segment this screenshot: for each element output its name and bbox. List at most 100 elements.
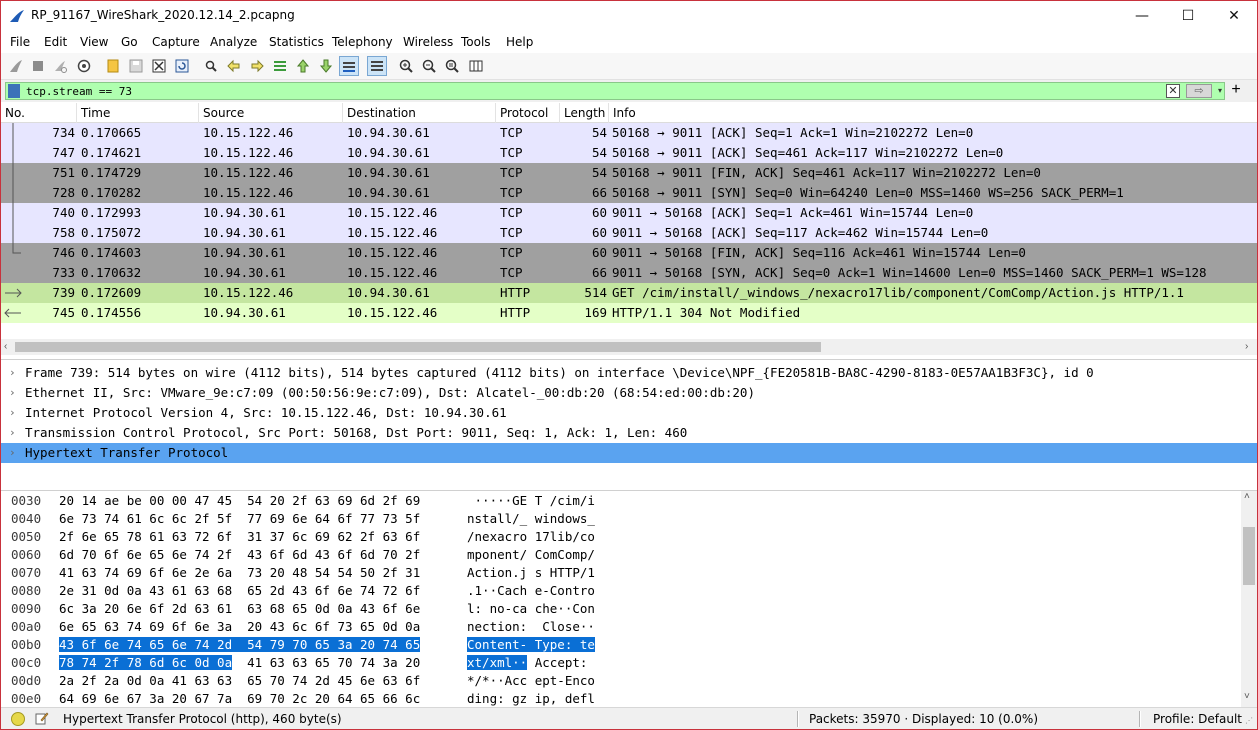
packet-row[interactable]: 751 0.174729 10.15.122.46 10.94.30.61 TCP 54 5… xyxy=(1,163,1257,183)
filter-history-dropdown-icon[interactable]: ▾ xyxy=(1214,84,1226,98)
minimize-button[interactable]: — xyxy=(1119,1,1165,31)
bytes-ascii-plain: ding: gz ip, defl xyxy=(467,691,595,706)
scroll-down-icon[interactable]: ˅ xyxy=(1244,691,1250,702)
bytes-row[interactable]: 00e0 64 69 6e 67 3a 20 67 7a 69 70 2c 20 … xyxy=(1,690,1241,708)
save-file-icon[interactable] xyxy=(126,56,146,76)
expand-arrow-icon[interactable]: › xyxy=(9,363,16,383)
maximize-button[interactable]: ☐ xyxy=(1165,1,1211,31)
go-forward-icon[interactable] xyxy=(247,56,267,76)
packet-row[interactable]: 739 0.172609 10.15.122.46 10.94.30.61 HTTP 51… xyxy=(1,283,1257,303)
bytes-row[interactable]: 00c0 78 74 2f 78 6d 6c 0d 0a 41 63 63 65 … xyxy=(1,654,1241,672)
packet-cell-len: 169 xyxy=(584,305,607,320)
bytes-row[interactable]: 00a0 6e 65 63 74 69 6f 6e 3a 20 43 6c 6f … xyxy=(1,618,1241,636)
detail-row-frame[interactable]: › Frame 739: 514 bytes on wire (4112 bit… xyxy=(1,363,1257,383)
detail-row-tcp[interactable]: › Transmission Control Protocol, Src Por… xyxy=(1,423,1257,443)
menu-analyze[interactable]: Analyze xyxy=(210,35,257,49)
detail-row-ipv4[interactable]: › Internet Protocol Version 4, Src: 10.1… xyxy=(1,403,1257,423)
column-header-length[interactable]: Length xyxy=(560,103,609,123)
bytes-ascii: mponent/ ComComp/ xyxy=(467,546,595,564)
packet-list-horizontal-scrollbar[interactable]: ‹ › xyxy=(1,339,1257,355)
clear-filter-icon[interactable]: ✕ xyxy=(1166,84,1180,98)
menu-wireless[interactable]: Wireless xyxy=(403,35,453,49)
menu-go[interactable]: Go xyxy=(121,35,138,49)
packet-row[interactable]: 740 0.172993 10.94.30.61 10.15.122.46 TCP 60 9… xyxy=(1,203,1257,223)
bytes-row[interactable]: 0050 2f 6e 65 78 61 63 72 6f 31 37 6c 69 … xyxy=(1,528,1241,546)
expand-arrow-icon[interactable]: › xyxy=(9,383,16,403)
scroll-left-icon[interactable]: ‹ xyxy=(4,341,7,352)
open-file-icon[interactable] xyxy=(103,56,123,76)
bytes-row[interactable]: 0030 20 14 ae be 00 00 47 45 54 20 2f 63 … xyxy=(1,492,1241,510)
bookmark-icon[interactable] xyxy=(8,84,20,98)
restart-capture-icon[interactable] xyxy=(50,56,70,76)
bytes-row[interactable]: 0070 41 63 74 69 6f 6e 2e 6a 73 20 48 54 … xyxy=(1,564,1241,582)
scroll-up-icon[interactable]: ˄ xyxy=(1244,491,1250,502)
autoscroll-icon[interactable] xyxy=(339,56,359,76)
packet-row[interactable]: 728 0.170282 10.15.122.46 10.94.30.61 TCP 66 5… xyxy=(1,183,1257,203)
detail-row-ethernet[interactable]: › Ethernet II, Src: VMware_9e:c7:09 (00:… xyxy=(1,383,1257,403)
first-packet-icon[interactable] xyxy=(293,56,313,76)
packet-row[interactable]: 745 0.174556 10.94.30.61 10.15.122.46 HTTP 16… xyxy=(1,303,1257,323)
bytes-row[interactable]: 0090 6c 3a 20 6e 6f 2d 63 61 63 68 65 0d … xyxy=(1,600,1241,618)
bytes-ascii: nstall/_ windows_ xyxy=(467,510,595,528)
expand-arrow-icon[interactable]: › xyxy=(9,423,16,443)
colorize-icon[interactable] xyxy=(367,56,387,76)
add-filter-button[interactable]: + xyxy=(1229,81,1243,99)
menu-view[interactable]: View xyxy=(80,35,108,49)
profile-selector[interactable]: Profile: Default xyxy=(1153,712,1242,726)
zoom-reset-icon[interactable] xyxy=(442,56,462,76)
go-back-icon[interactable] xyxy=(224,56,244,76)
resize-columns-icon[interactable] xyxy=(466,56,486,76)
bytes-row[interactable]: 0040 6e 73 74 61 6c 6c 2f 5f 77 69 6e 64 … xyxy=(1,510,1241,528)
close-file-icon[interactable] xyxy=(149,56,169,76)
bytes-offset: 00a0 xyxy=(11,619,42,634)
packet-cell-info: GET /cim/install/_windows_/nexacro17lib/… xyxy=(612,285,1184,300)
packet-cell-info: 50168 → 9011 [SYN] Seq=0 Win=64240 Len=0… xyxy=(612,185,1124,200)
menu-edit[interactable]: Edit xyxy=(44,35,67,49)
menu-telephony[interactable]: Telephony xyxy=(332,35,393,49)
bytes-vertical-scrollbar[interactable]: ˄ ˅ xyxy=(1241,491,1257,708)
last-packet-icon[interactable] xyxy=(316,56,336,76)
edit-comment-icon[interactable] xyxy=(35,711,49,725)
packet-row[interactable]: 747 0.174621 10.15.122.46 10.94.30.61 TCP 54 5… xyxy=(1,143,1257,163)
start-capture-icon[interactable] xyxy=(6,56,26,76)
column-header-protocol[interactable]: Protocol xyxy=(496,103,560,123)
packet-row[interactable]: 734 0.170665 10.15.122.46 10.94.30.61 TCP 54 5… xyxy=(1,123,1257,143)
expert-info-led-icon[interactable] xyxy=(11,712,25,726)
size-grip-icon[interactable]: ⋰ xyxy=(1245,716,1253,725)
menu-help[interactable]: Help xyxy=(506,35,533,49)
bytes-row[interactable]: 00b0 43 6f 6e 74 65 6e 74 2d 54 79 70 65 … xyxy=(1,636,1241,654)
menu-statistics[interactable]: Statistics xyxy=(269,35,324,49)
bytes-hex-plain: 2f 6e 65 78 61 63 72 6f 31 37 6c 69 62 2… xyxy=(59,529,421,544)
close-button[interactable]: ✕ xyxy=(1211,1,1257,31)
horizontal-scroll-thumb[interactable] xyxy=(15,342,821,352)
scroll-right-icon[interactable]: › xyxy=(1245,341,1248,352)
detail-row-http[interactable]: › Hypertext Transfer Protocol xyxy=(1,443,1257,463)
menu-file[interactable]: File xyxy=(10,35,30,49)
bytes-row[interactable]: 0080 2e 31 0d 0a 43 61 63 68 65 2d 43 6f … xyxy=(1,582,1241,600)
expand-arrow-icon[interactable]: › xyxy=(9,443,16,463)
zoom-out-icon[interactable] xyxy=(419,56,439,76)
capture-options-gear-icon[interactable] xyxy=(74,56,94,76)
menu-tools[interactable]: Tools xyxy=(461,35,491,49)
zoom-in-icon[interactable] xyxy=(396,56,416,76)
column-header-source[interactable]: Source xyxy=(199,103,343,123)
menu-capture[interactable]: Capture xyxy=(152,35,200,49)
expand-arrow-icon[interactable]: › xyxy=(9,403,16,423)
column-header-destination[interactable]: Destination xyxy=(343,103,496,123)
packet-row[interactable]: 746 0.174603 10.94.30.61 10.15.122.46 TCP 60 9… xyxy=(1,243,1257,263)
go-to-packet-icon[interactable] xyxy=(270,56,290,76)
column-header-info[interactable]: Info xyxy=(609,103,1257,123)
stop-capture-icon[interactable] xyxy=(28,56,48,76)
find-packet-icon[interactable] xyxy=(201,56,221,76)
bytes-row[interactable]: 00d0 2a 2f 2a 0d 0a 41 63 63 65 70 74 2d … xyxy=(1,672,1241,690)
column-header-no[interactable]: No. xyxy=(1,103,77,123)
packet-row[interactable]: 758 0.175072 10.94.30.61 10.15.122.46 TCP 60 9… xyxy=(1,223,1257,243)
bytes-row[interactable]: 0060 6d 70 6f 6e 65 6e 74 2f 43 6f 6d 43 … xyxy=(1,546,1241,564)
display-filter-input[interactable]: tcp.stream == 73 ✕ ⇨ ▾ xyxy=(5,82,1225,100)
reload-file-icon[interactable] xyxy=(172,56,192,76)
packet-row[interactable]: 733 0.170632 10.94.30.61 10.15.122.46 TCP 66 9… xyxy=(1,263,1257,283)
display-filter-value[interactable]: tcp.stream == 73 xyxy=(26,85,132,98)
column-header-time[interactable]: Time xyxy=(77,103,199,123)
apply-filter-arrow-icon[interactable]: ⇨ xyxy=(1186,84,1212,98)
vertical-scroll-thumb[interactable] xyxy=(1243,527,1255,585)
